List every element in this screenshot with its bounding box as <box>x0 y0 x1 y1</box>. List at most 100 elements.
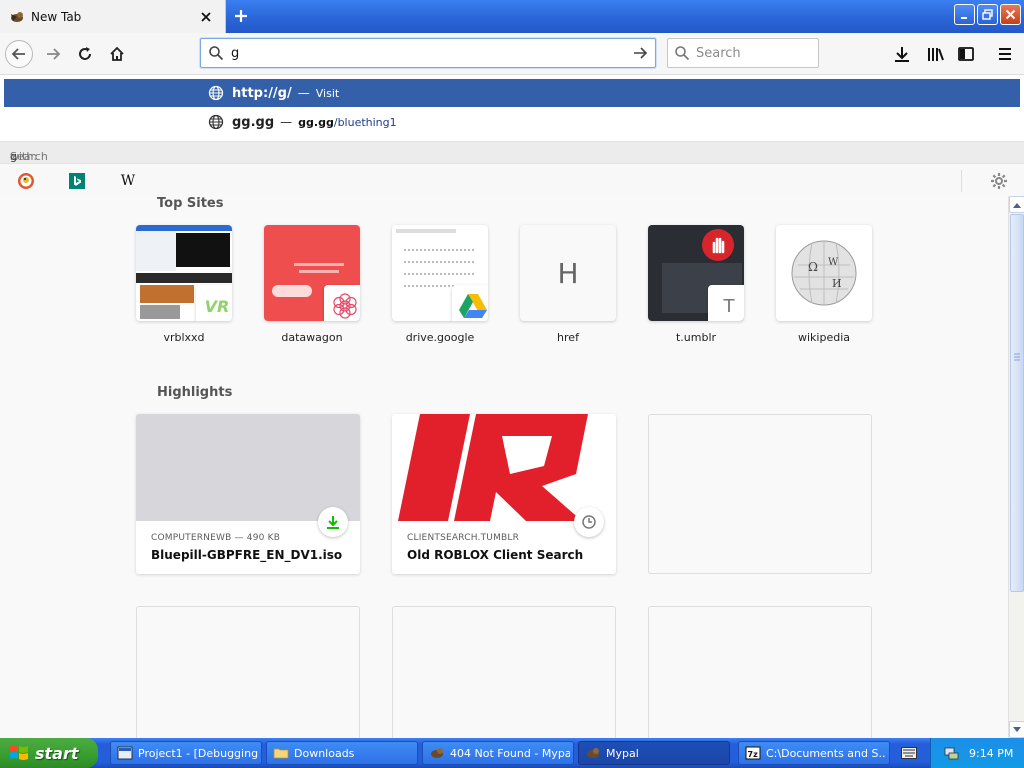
svg-text:7z: 7z <box>748 750 759 759</box>
vr-badge-icon: VR <box>196 285 232 321</box>
suggestion-title: gg.gg <box>232 114 275 130</box>
top-site-label: wikipedia <box>797 331 850 344</box>
tumblr-t-badge: T <box>708 285 744 321</box>
reload-button[interactable] <box>71 40 99 68</box>
network-tray-icon[interactable] <box>943 745 959 761</box>
empty-highlight-placeholder <box>648 414 872 574</box>
highlight-preview <box>136 414 360 521</box>
taskbar-item-404[interactable]: 404 Not Found - Mypal <box>422 741 574 765</box>
highlight-card[interactable]: CLIENTSEARCH.TUMBLR Old ROBLOX Client Se… <box>392 414 616 574</box>
svg-text:Ω: Ω <box>808 260 818 274</box>
windows-taskbar: start Project1 - [Debugging... Downloads… <box>0 738 1024 768</box>
top-site-label: t.umblr <box>675 331 717 344</box>
start-button[interactable]: start <box>0 738 98 768</box>
folder-icon <box>273 745 289 761</box>
vertical-scrollbar[interactable] <box>1008 196 1024 738</box>
taskbar-item-label: Project1 - [Debugging... <box>138 746 258 760</box>
top-site-letter: H <box>557 256 579 290</box>
mypal-icon <box>585 745 601 761</box>
highlight-source: CLIENTSEARCH.TUMBLR <box>407 533 520 543</box>
wikipedia-globe-icon: Ω W И <box>791 240 857 306</box>
top-site-tile[interactable]: H href <box>520 225 616 344</box>
scroll-thumb[interactable] <box>1010 214 1024 592</box>
search-bar <box>667 38 819 68</box>
seven-zip-icon: 7z <box>745 745 761 761</box>
bing-engine-button[interactable] <box>65 170 89 192</box>
top-site-tile[interactable]: VR vrblxxd <box>136 225 232 344</box>
taskbar-item-downloads[interactable]: Downloads <box>266 741 418 765</box>
top-site-tile[interactable]: datawagon <box>264 225 360 344</box>
home-button[interactable] <box>103 40 131 68</box>
home-icon <box>110 46 124 61</box>
suggestion-row-visit[interactable]: http://g/ — Visit <box>4 79 1020 107</box>
suggestion-action: Visit <box>315 86 340 100</box>
tab-close-icon[interactable] <box>198 9 214 25</box>
highlight-card[interactable]: COMPUTERNEWB — 490 KB Bluepill-GBPFRE_EN… <box>136 414 360 574</box>
close-window-button[interactable] <box>1000 4 1021 25</box>
new-tab-plus-icon[interactable] <box>230 5 252 27</box>
library-button[interactable] <box>924 43 946 65</box>
tumblr-badge-text: T <box>723 295 735 317</box>
menu-button[interactable] <box>994 43 1016 65</box>
top-site-tile[interactable]: drive.google <box>392 225 488 344</box>
top-site-tile[interactable]: Ω W И wikipedia <box>776 225 872 344</box>
vb-project-icon <box>117 745 133 761</box>
mypal-icon <box>429 745 445 761</box>
sidebar-button[interactable] <box>955 43 977 65</box>
back-button[interactable] <box>5 40 33 68</box>
roblox-logo-image <box>398 414 588 521</box>
svg-text:W: W <box>828 257 839 268</box>
search-icon <box>201 45 231 61</box>
top-site-label: vrblxxd <box>163 331 205 344</box>
url-autocomplete-popup: http://g/ — Visit gg.gg — gg.gg/bluethin… <box>0 74 1024 197</box>
downloads-button[interactable] <box>891 43 913 65</box>
start-label: start <box>35 743 79 763</box>
duckduckgo-engine-button[interactable] <box>14 170 38 192</box>
scroll-down-arrow-icon[interactable] <box>1009 721 1024 738</box>
highlights-heading: Highlights <box>157 385 233 400</box>
tab-new-tab[interactable]: New Tab <box>0 0 226 33</box>
tab-title: New Tab <box>31 9 82 24</box>
svg-text:И: И <box>832 277 842 290</box>
forward-button[interactable] <box>39 40 67 68</box>
empty-highlight-placeholder <box>136 606 360 738</box>
keyboard-layout-icon[interactable] <box>900 745 918 761</box>
taskbar-item-mypal[interactable]: Mypal <box>578 741 730 765</box>
suggestion-row-gg[interactable]: gg.gg — gg.gg/bluething1 <box>4 108 1020 136</box>
highlight-preview <box>392 414 616 521</box>
taskbar-item-label: Mypal <box>606 746 639 760</box>
suggestion-url: gg.gg/bluething1 <box>298 116 396 129</box>
top-site-thumbnail <box>392 225 488 321</box>
restore-button[interactable] <box>977 4 998 25</box>
scroll-up-arrow-icon[interactable] <box>1009 196 1024 213</box>
new-tab-page: Top Sites VR vrblxxd datawagon drive.goo… <box>0 196 1008 738</box>
top-site-label: drive.google <box>405 331 475 344</box>
search-settings-button[interactable] <box>961 170 1011 192</box>
wikipedia-engine-button[interactable]: W <box>116 170 140 192</box>
taskbar-item-project1[interactable]: Project1 - [Debugging... <box>110 741 262 765</box>
highlight-title: Bluepill-GBPFRE_EN_DV1.iso <box>151 548 343 562</box>
one-off-search-engines: W <box>0 163 1024 197</box>
minimize-button[interactable] <box>954 4 975 25</box>
top-site-label: href <box>557 331 579 344</box>
top-site-thumbnail: Ω W И <box>776 225 872 321</box>
top-site-thumbnail: H <box>520 225 616 321</box>
suggestion-separator: — <box>297 86 310 100</box>
top-site-tile[interactable]: T t.umblr <box>648 225 744 344</box>
suggestion-url-host: gg.gg <box>298 115 334 129</box>
taskbar-item-7zip[interactable]: 7z C:\Documents and S... <box>738 741 890 765</box>
url-input[interactable] <box>231 40 625 66</box>
clock-icon <box>574 507 604 537</box>
search-bar-icon <box>668 45 696 61</box>
vr-badge-text: VR <box>204 296 230 316</box>
duckduckgo-icon <box>18 173 34 189</box>
bing-icon <box>69 173 85 189</box>
hamburger-menu-icon <box>999 48 1011 60</box>
mypal-favicon-icon <box>9 9 25 25</box>
taskbar-item-label: 404 Not Found - Mypal <box>450 746 570 760</box>
suggestion-separator: — <box>280 115 293 129</box>
stop-hand-icon <box>712 237 725 254</box>
go-arrow-icon[interactable] <box>625 45 655 61</box>
search-input[interactable] <box>696 45 806 61</box>
window-controls <box>954 4 1021 25</box>
